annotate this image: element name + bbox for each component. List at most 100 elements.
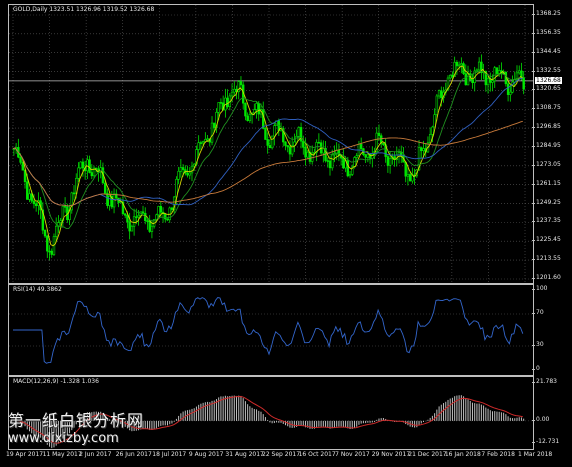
candle-up — [366, 153, 370, 158]
candle-up — [217, 102, 220, 113]
price-tick-label: 1225.45 — [532, 236, 561, 244]
rsi-tick-label: 100 — [531, 285, 548, 292]
candle-down — [317, 141, 321, 144]
candle-down — [268, 145, 272, 149]
candle-down — [126, 215, 129, 223]
price-axis: 1368.25 1356.35 1344.45 1332.55 1320.65 1308.… — [531, 0, 572, 467]
candle-down — [50, 250, 53, 255]
candle-up — [248, 114, 252, 121]
price-chart-title: GOLD,Daily 1323.51 1326.96 1319.52 1326.… — [13, 6, 155, 13]
candle-down — [408, 174, 412, 182]
candle-down — [186, 172, 189, 176]
price-tick-label: 1308.75 — [532, 104, 561, 112]
candle-down — [262, 109, 265, 129]
candle-down — [21, 162, 25, 171]
candle-down — [63, 205, 67, 208]
macd-tick-label: 0.00 — [531, 415, 550, 423]
candle-down — [219, 102, 223, 104]
candle-up — [230, 91, 234, 97]
candle-up — [193, 163, 196, 167]
candle-down — [266, 139, 269, 146]
candle-up — [422, 148, 425, 152]
candle-down — [90, 172, 94, 177]
candle-down — [451, 74, 454, 77]
candle-down — [359, 143, 363, 149]
candle-down — [377, 132, 381, 137]
price-chart-svg — [9, 5, 533, 283]
candle-down — [46, 235, 49, 252]
candle-down — [286, 145, 289, 148]
candle-down — [506, 83, 510, 95]
time-tick-label: 9 Aug 2017 — [188, 451, 224, 458]
candle-down — [404, 161, 407, 177]
candle-up — [150, 225, 154, 232]
candle-up — [457, 64, 461, 67]
price-tick-label: 1368.25 — [532, 10, 561, 17]
candle-down — [342, 157, 345, 169]
candle-up — [77, 167, 80, 179]
candle-up — [435, 95, 439, 115]
candle-up — [188, 172, 191, 176]
rsi-tick-label: 30 — [532, 341, 544, 348]
candle-up — [460, 63, 463, 66]
candle-up — [157, 206, 160, 216]
time-tick-label: 19 Apr 2017 — [6, 451, 44, 458]
candle-down — [48, 250, 51, 253]
candle-down — [128, 221, 131, 232]
candle-down — [495, 67, 499, 74]
price-tick-label: 1213.55 — [532, 255, 561, 263]
candle-up — [297, 127, 301, 137]
price-tick-label: 1261.15 — [532, 179, 561, 187]
price-tick-label: 1201.60 — [532, 274, 561, 281]
time-tick-label: 16 Jan 2018 — [444, 451, 481, 458]
price-tick-label: 1332.55 — [532, 66, 561, 74]
candle-down — [148, 220, 151, 232]
candle-down — [159, 206, 163, 213]
candle-down — [135, 216, 138, 219]
candle-down — [264, 128, 267, 140]
candle-down — [471, 79, 474, 83]
candle-down — [146, 220, 149, 223]
time-tick-label: 18 Jul 2017 — [152, 451, 187, 458]
candle-up — [255, 103, 258, 110]
time-tick-label: 1 Mar 2018 — [518, 451, 553, 458]
candle-down — [72, 192, 76, 195]
candle-down — [284, 141, 287, 146]
candle-up — [348, 174, 352, 177]
candle-down — [103, 182, 107, 194]
candle-up — [306, 151, 309, 158]
candle-down — [386, 156, 390, 166]
rsi-svg — [9, 296, 533, 364]
price-chart-pane[interactable]: GOLD,Daily 1323.51 1326.96 1319.52 1326.… — [8, 4, 534, 284]
candle-down — [440, 90, 443, 99]
candle-down — [213, 122, 216, 128]
candle-up — [28, 193, 31, 200]
watermark-url: www.dixizby.com — [8, 431, 119, 446]
rsi-pane[interactable]: RSI(14) 49.3862 — [8, 284, 534, 376]
candle-up — [130, 225, 134, 232]
rsi-line — [13, 296, 524, 364]
current-price-label: 1326.68 — [535, 77, 562, 84]
rsi-tick-label: 0 — [532, 365, 540, 372]
candle-up — [406, 174, 410, 177]
candle-down — [346, 160, 350, 177]
candle-up — [273, 125, 276, 137]
candle-up — [477, 61, 481, 71]
candle-down — [124, 213, 127, 216]
candle-up — [132, 216, 136, 227]
candle-up — [449, 74, 452, 79]
time-axis: 19 Apr 2017 11 May 2017 2 Jun 2017 26 Jun 2… — [6, 449, 552, 467]
candle-down — [199, 142, 203, 144]
candle-down — [88, 159, 91, 173]
candle-down — [328, 160, 332, 169]
candle-down — [239, 81, 243, 86]
price-tick-label: 1249.25 — [532, 198, 561, 206]
macd-tick-label: 21.783 — [532, 378, 557, 385]
candle-down — [32, 200, 36, 205]
candle-down — [382, 142, 385, 146]
candle-up — [497, 70, 501, 74]
candle-up — [59, 220, 62, 223]
candle-up — [177, 170, 180, 180]
time-tick-label: 29 Nov 2017 — [371, 451, 411, 458]
candle-down — [19, 156, 22, 163]
